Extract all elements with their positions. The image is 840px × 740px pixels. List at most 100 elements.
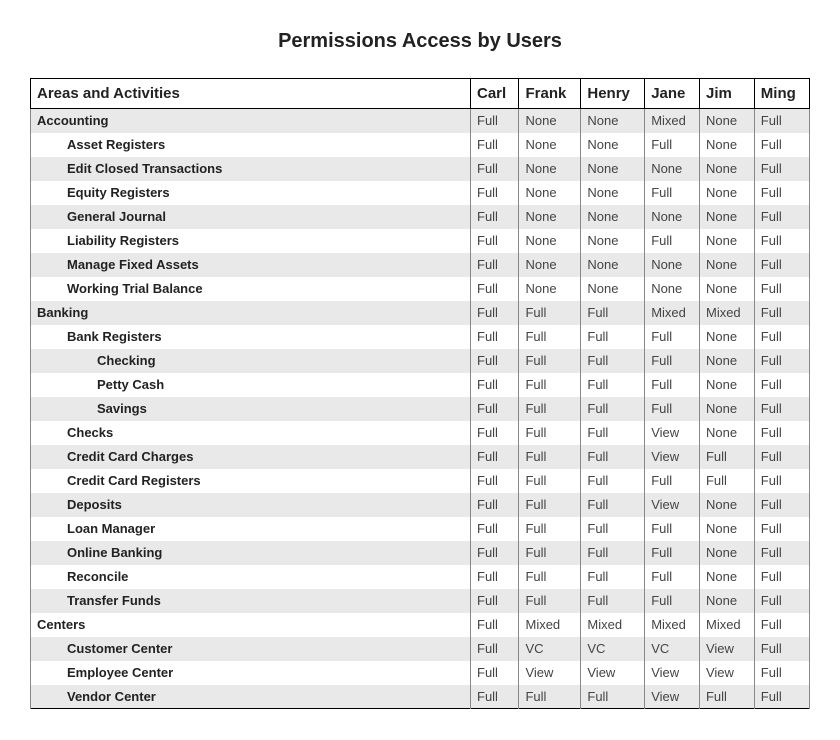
- activity-label: Transfer Funds: [31, 589, 471, 613]
- permission-cell: Full: [471, 181, 519, 205]
- permission-cell: Full: [754, 637, 809, 661]
- permission-cell: VC: [519, 637, 581, 661]
- permission-cell: None: [581, 181, 645, 205]
- permission-cell: None: [699, 277, 754, 301]
- permission-cell: Full: [519, 325, 581, 349]
- table-row: AccountingFullNoneNoneMixedNoneFull: [31, 109, 810, 133]
- permission-cell: Full: [519, 397, 581, 421]
- table-row: ChecksFullFullFullViewNoneFull: [31, 421, 810, 445]
- permission-cell: Full: [471, 397, 519, 421]
- permission-cell: Full: [754, 445, 809, 469]
- column-header-user: Frank: [519, 79, 581, 109]
- activity-label: Deposits: [31, 493, 471, 517]
- permission-cell: Full: [754, 493, 809, 517]
- permission-cell: Mixed: [645, 109, 700, 133]
- permission-cell: None: [519, 181, 581, 205]
- permission-cell: Full: [645, 589, 700, 613]
- permission-cell: View: [645, 421, 700, 445]
- activity-label: Petty Cash: [31, 373, 471, 397]
- permission-cell: Full: [645, 349, 700, 373]
- permission-cell: Full: [471, 421, 519, 445]
- permission-cell: View: [645, 661, 700, 685]
- permission-cell: View: [645, 685, 700, 709]
- permission-cell: Full: [471, 205, 519, 229]
- permission-cell: None: [699, 421, 754, 445]
- table-row: Customer CenterFullVCVCVCViewFull: [31, 637, 810, 661]
- permission-cell: View: [645, 445, 700, 469]
- permission-cell: Full: [471, 133, 519, 157]
- permission-cell: Full: [699, 445, 754, 469]
- permission-cell: Full: [519, 373, 581, 397]
- permission-cell: Full: [754, 133, 809, 157]
- permission-cell: Full: [645, 373, 700, 397]
- activity-label: Edit Closed Transactions: [31, 157, 471, 181]
- permission-cell: Full: [471, 253, 519, 277]
- column-header-user: Ming: [754, 79, 809, 109]
- permission-cell: Full: [519, 349, 581, 373]
- permission-cell: Full: [645, 565, 700, 589]
- permission-cell: Full: [754, 613, 809, 637]
- permission-cell: None: [699, 589, 754, 613]
- permission-cell: Full: [645, 397, 700, 421]
- activity-label: Employee Center: [31, 661, 471, 685]
- permission-cell: VC: [645, 637, 700, 661]
- permission-cell: Full: [471, 613, 519, 637]
- permission-cell: Full: [581, 373, 645, 397]
- permission-cell: Full: [471, 445, 519, 469]
- permission-cell: Full: [754, 661, 809, 685]
- table-row: SavingsFullFullFullFullNoneFull: [31, 397, 810, 421]
- permission-cell: Mixed: [581, 613, 645, 637]
- table-row: Edit Closed TransactionsFullNoneNoneNone…: [31, 157, 810, 181]
- permission-cell: None: [519, 133, 581, 157]
- permission-cell: Full: [471, 109, 519, 133]
- permission-cell: None: [699, 157, 754, 181]
- table-row: Liability RegistersFullNoneNoneFullNoneF…: [31, 229, 810, 253]
- permission-cell: Full: [519, 469, 581, 493]
- permission-cell: Full: [471, 349, 519, 373]
- table-row: BankingFullFullFullMixedMixedFull: [31, 301, 810, 325]
- permission-cell: None: [699, 133, 754, 157]
- permission-cell: Full: [471, 541, 519, 565]
- permission-cell: Full: [581, 421, 645, 445]
- permission-cell: Full: [754, 373, 809, 397]
- table-row: Credit Card ChargesFullFullFullViewFullF…: [31, 445, 810, 469]
- table-row: Petty CashFullFullFullFullNoneFull: [31, 373, 810, 397]
- activity-label: Savings: [31, 397, 471, 421]
- permission-cell: None: [519, 205, 581, 229]
- column-header-user: Jane: [645, 79, 700, 109]
- permission-cell: Full: [754, 517, 809, 541]
- permission-cell: Full: [581, 349, 645, 373]
- permission-cell: View: [699, 637, 754, 661]
- activity-label: Banking: [31, 301, 471, 325]
- column-header-activities: Areas and Activities: [31, 79, 471, 109]
- permission-cell: Full: [581, 589, 645, 613]
- activity-label: Checks: [31, 421, 471, 445]
- permission-cell: None: [581, 253, 645, 277]
- activity-label: Accounting: [31, 109, 471, 133]
- table-row: Loan ManagerFullFullFullFullNoneFull: [31, 517, 810, 541]
- permission-cell: None: [581, 205, 645, 229]
- permission-cell: None: [699, 373, 754, 397]
- permission-cell: Full: [754, 421, 809, 445]
- activity-label: General Journal: [31, 205, 471, 229]
- permission-cell: None: [581, 133, 645, 157]
- permission-cell: Full: [471, 685, 519, 709]
- permission-cell: None: [519, 229, 581, 253]
- table-body: AccountingFullNoneNoneMixedNoneFullAsset…: [31, 109, 810, 709]
- permission-cell: Full: [581, 301, 645, 325]
- permission-cell: View: [645, 493, 700, 517]
- activity-label: Centers: [31, 613, 471, 637]
- table-row: CheckingFullFullFullFullNoneFull: [31, 349, 810, 373]
- table-row: Working Trial BalanceFullNoneNoneNoneNon…: [31, 277, 810, 301]
- permission-cell: None: [519, 253, 581, 277]
- permission-cell: Full: [471, 661, 519, 685]
- permission-cell: Full: [519, 445, 581, 469]
- permission-cell: None: [645, 253, 700, 277]
- permission-cell: View: [581, 661, 645, 685]
- permission-cell: None: [645, 157, 700, 181]
- permission-cell: Full: [519, 301, 581, 325]
- permission-cell: None: [699, 493, 754, 517]
- table-row: CentersFullMixedMixedMixedMixedFull: [31, 613, 810, 637]
- permission-cell: Full: [699, 685, 754, 709]
- permission-cell: None: [699, 181, 754, 205]
